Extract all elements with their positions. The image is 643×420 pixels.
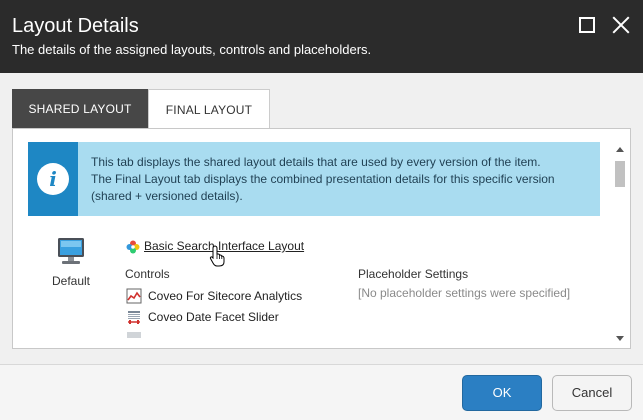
slider-icon [128,311,140,324]
tab-panel: i This tab displays the shared layout de… [12,128,631,349]
control-label: Coveo Date Facet Slider [148,310,279,324]
hand-cursor-icon [209,245,225,267]
info-line-1: This tab displays the shared layout deta… [91,155,541,169]
layout-pinwheel-icon [126,240,140,254]
scroll-down-icon[interactable] [616,336,624,341]
placeholder-empty-text: [No placeholder settings were specified] [358,286,571,300]
info-text: This tab displays the shared layout deta… [91,154,591,205]
monitor-icon[interactable] [56,236,86,266]
close-button[interactable] [610,14,632,36]
scroll-up-icon[interactable] [616,147,624,152]
maximize-button[interactable] [576,14,598,36]
info-line-2: The Final Layout tab displays the combin… [91,172,555,186]
vertical-scrollbar[interactable] [613,143,627,345]
device-label: Default [51,274,91,288]
tab-shared-layout[interactable]: SHARED LAYOUT [12,89,148,129]
controls-heading: Controls [125,267,170,281]
control-icon [127,332,141,338]
info-line-3: (shared + versioned details). [91,189,243,203]
dialog-footer: OK Cancel [0,364,643,420]
tab-final-layout[interactable]: FINAL LAYOUT [148,89,270,129]
cancel-button[interactable]: Cancel [552,375,632,411]
control-label: Coveo For Sitecore Analytics [148,289,303,303]
info-icon-box: i [28,142,78,216]
info-icon: i [37,163,69,195]
info-banner: i This tab displays the shared layout de… [28,142,600,216]
analytics-chart-icon [126,288,142,304]
dialog-subtitle: The details of the assigned layouts, con… [12,42,372,57]
maximize-icon [579,17,595,33]
panel-content: i This tab displays the shared layout de… [28,142,600,339]
dialog-title: Layout Details [12,15,139,37]
placeholder-settings-heading: Placeholder Settings [358,267,469,281]
scroll-thumb[interactable] [615,161,625,187]
dialog-header: Layout Details The details of the assign… [0,0,643,73]
ok-button[interactable]: OK [462,375,542,411]
